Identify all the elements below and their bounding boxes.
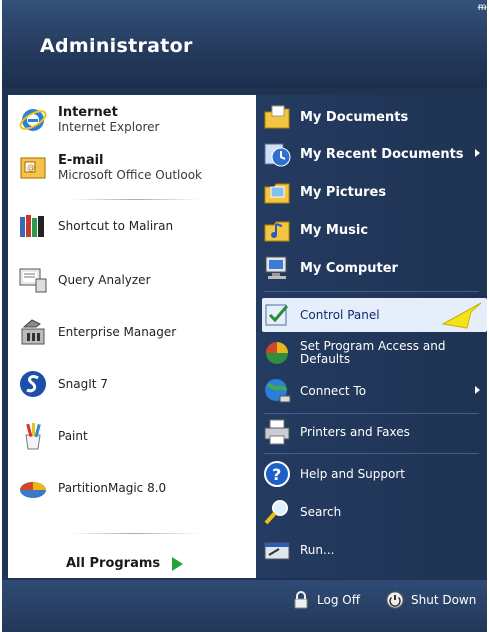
places-item-search[interactable]: Search xyxy=(262,497,487,527)
svg-text:@: @ xyxy=(27,163,35,172)
padlock-icon xyxy=(292,591,310,609)
right-separator xyxy=(264,291,479,292)
pinned-subtitle: Internet Explorer xyxy=(58,120,160,134)
recent-label: Enterprise Manager xyxy=(58,325,177,339)
recent-documents-icon xyxy=(262,139,292,169)
green-arrow-icon xyxy=(172,556,184,571)
places-item-help-support[interactable]: ? Help and Support xyxy=(262,459,487,489)
places-label: My Pictures xyxy=(300,184,387,200)
places-label: My Music xyxy=(300,222,369,238)
right-pane: My Documents My Recent Documents My Pict… xyxy=(256,95,487,578)
run-icon xyxy=(262,535,292,565)
recent-label: Paint xyxy=(58,429,88,443)
recent-item-enterprise-manager[interactable]: Enterprise Manager xyxy=(18,317,250,347)
recent-item-query-analyzer[interactable]: Query Analyzer xyxy=(18,265,250,295)
pinned-title: E-mail xyxy=(58,153,104,168)
pinned-item-internet[interactable]: Internet Internet Explorer xyxy=(18,105,250,135)
log-off-button[interactable]: Log Off xyxy=(292,591,360,609)
paint-icon xyxy=(18,421,48,451)
places-item-recent-documents[interactable]: My Recent Documents xyxy=(262,139,487,169)
pinned-title: Internet xyxy=(58,105,118,120)
places-label: My Documents xyxy=(300,109,409,125)
snagit-icon xyxy=(18,369,48,399)
control-panel-icon xyxy=(262,300,292,330)
partitionmagic-icon xyxy=(18,473,48,503)
search-icon xyxy=(262,497,292,527)
my-documents-icon xyxy=(262,102,292,132)
pinned-item-email[interactable]: @ E-mail Microsoft Office Outlook xyxy=(18,153,250,183)
places-label: Control Panel xyxy=(300,307,380,322)
recent-item-maliran[interactable]: Shortcut to Maliran xyxy=(18,211,250,241)
internet-explorer-icon xyxy=(18,105,48,135)
pinned-subtitle: Microsoft Office Outlook xyxy=(58,168,202,182)
power-icon xyxy=(386,591,404,609)
right-separator xyxy=(264,453,479,454)
recent-label: Query Analyzer xyxy=(58,273,151,287)
places-label: My Recent Documents xyxy=(300,146,464,162)
my-computer-icon xyxy=(262,253,292,283)
program-access-icon xyxy=(262,338,292,368)
places-item-my-documents[interactable]: My Documents xyxy=(262,102,487,132)
all-programs-button[interactable]: All Programs xyxy=(66,556,184,571)
enterprise-manager-icon xyxy=(18,317,48,347)
places-label: Help and Support xyxy=(300,466,405,481)
books-icon xyxy=(18,211,48,241)
start-menu-header: Administrator ᵯ xyxy=(2,0,487,88)
start-menu: Administrator ᵯ Internet Internet Explor… xyxy=(2,0,487,632)
connect-to-icon xyxy=(262,376,292,406)
recent-label: PartitionMagic 8.0 xyxy=(58,481,167,495)
places-label: Connect To xyxy=(300,383,367,398)
shut-down-button[interactable]: Shut Down xyxy=(386,591,476,609)
places-item-my-pictures[interactable]: My Pictures xyxy=(262,177,487,207)
query-analyzer-icon xyxy=(18,265,48,295)
places-item-printers-faxes[interactable]: Printers and Faxes xyxy=(262,417,487,447)
places-label: Run... xyxy=(300,542,335,557)
places-label: Printers and Faxes xyxy=(300,424,410,439)
start-menu-footer: Log Off Shut Down xyxy=(2,580,487,632)
left-separator xyxy=(70,199,200,200)
right-separator xyxy=(264,413,479,414)
help-icon: ? xyxy=(262,459,292,489)
header-corner-mark: ᵯ xyxy=(478,2,487,13)
places-item-my-music[interactable]: My Music xyxy=(262,215,487,245)
left-separator xyxy=(70,533,200,534)
log-off-label: Log Off xyxy=(317,593,360,607)
user-name: Administrator xyxy=(40,35,193,57)
places-label: Set Program Access and Defaults xyxy=(300,339,446,366)
recent-item-paint[interactable]: Paint xyxy=(18,421,250,451)
outlook-icon: @ xyxy=(18,153,48,183)
places-label: My Computer xyxy=(300,260,398,276)
places-item-control-panel[interactable]: Control Panel xyxy=(262,298,487,332)
recent-label: SnagIt 7 xyxy=(58,377,108,391)
printers-icon xyxy=(262,417,292,447)
shut-down-label: Shut Down xyxy=(411,593,477,607)
recent-label: Shortcut to Maliran xyxy=(58,219,174,233)
places-item-run[interactable]: Run... xyxy=(262,535,487,565)
submenu-arrow-icon xyxy=(475,149,480,157)
svg-text:?: ? xyxy=(272,465,281,484)
left-pane: Internet Internet Explorer @ E-mail Micr… xyxy=(8,95,256,578)
places-item-program-access[interactable]: Set Program Access and Defaults xyxy=(262,338,487,368)
places-label: Search xyxy=(300,504,342,519)
submenu-arrow-icon xyxy=(475,386,480,394)
yellow-pointer-arrow-icon xyxy=(441,300,485,334)
places-item-my-computer[interactable]: My Computer xyxy=(262,253,487,283)
all-programs-label: All Programs xyxy=(66,556,161,571)
recent-item-partitionmagic[interactable]: PartitionMagic 8.0 xyxy=(18,473,250,503)
my-pictures-icon xyxy=(262,177,292,207)
my-music-icon xyxy=(262,215,292,245)
places-item-connect-to[interactable]: Connect To xyxy=(262,376,487,406)
recent-item-snagit[interactable]: SnagIt 7 xyxy=(18,369,250,399)
